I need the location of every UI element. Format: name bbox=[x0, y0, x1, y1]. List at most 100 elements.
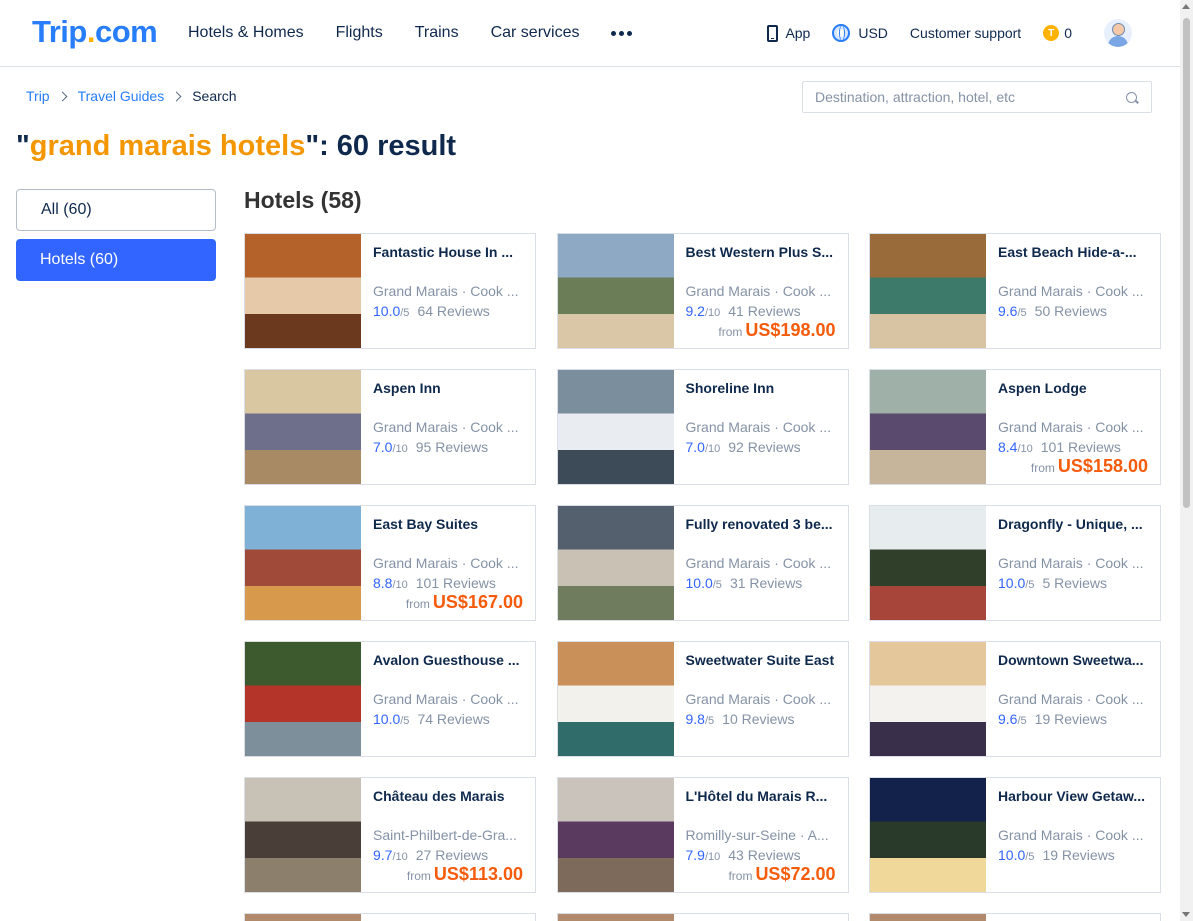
review-count: 10 Reviews bbox=[722, 711, 795, 727]
filter-all-button[interactable]: All (60) bbox=[16, 189, 216, 231]
nav-car-services[interactable]: Car services bbox=[491, 24, 580, 42]
hotel-name[interactable]: Dragonfly - Unique, ... bbox=[998, 516, 1148, 532]
hotel-location: Saint-Philbert-de-Gra... bbox=[373, 827, 517, 843]
hotel-name[interactable]: Shoreline Inn bbox=[686, 380, 836, 396]
section-title: Hotels (58) bbox=[244, 187, 362, 213]
rating-scale: /5 bbox=[1025, 579, 1035, 591]
hotel-card[interactable]: Château des Marais Saint-Philbert-de-Gra… bbox=[244, 777, 536, 893]
hotel-card[interactable]: Best Western Plus S... Grand Marais · Co… bbox=[556, 233, 849, 349]
hotel-card[interactable]: Dragonfly - Unique, ... Grand Marais · C… bbox=[869, 505, 1161, 621]
hotel-card[interactable]: Harbour View Getaw... Grand Marais · Coo… bbox=[869, 777, 1161, 893]
search-input[interactable] bbox=[815, 89, 1115, 105]
rating-scale: /10 bbox=[392, 851, 408, 863]
breadcrumb-current: Search bbox=[192, 88, 237, 104]
hotel-name[interactable]: Aspen Inn bbox=[373, 380, 523, 396]
hotel-photo[interactable] bbox=[557, 778, 674, 892]
nav-hotels-homes[interactable]: Hotels & Homes bbox=[188, 24, 304, 42]
hotel-photo[interactable] bbox=[245, 370, 361, 484]
scroll-down-arrow-icon[interactable] bbox=[1182, 912, 1190, 917]
breadcrumb-trip[interactable]: Trip bbox=[26, 88, 50, 104]
more-menu-icon[interactable] bbox=[611, 30, 633, 36]
rating-score: 7.0 bbox=[373, 439, 393, 455]
currency-selector[interactable]: USD bbox=[832, 24, 888, 42]
hotel-card-partial[interactable] bbox=[244, 913, 536, 921]
hotel-card[interactable]: East Bay Suites Grand Marais · Cook ... … bbox=[244, 505, 536, 621]
hotel-card[interactable]: Aspen Lodge Grand Marais · Cook ... 8.4/… bbox=[869, 369, 1161, 485]
app-link[interactable]: App bbox=[767, 24, 810, 42]
coin-count: 0 bbox=[1064, 25, 1072, 41]
main-nav: Hotels & Homes Flights Trains Car servic… bbox=[188, 0, 633, 66]
user-avatar-icon[interactable] bbox=[1104, 19, 1132, 47]
hotel-photo[interactable] bbox=[557, 642, 674, 756]
hotel-card[interactable]: East Beach Hide-a-... Grand Marais · Coo… bbox=[869, 233, 1161, 349]
hotel-photo[interactable] bbox=[245, 778, 361, 892]
hotel-photo[interactable] bbox=[870, 642, 986, 756]
hotel-name[interactable]: Sweetwater Suite East bbox=[686, 652, 836, 668]
hotel-photo[interactable] bbox=[870, 778, 986, 892]
hotel-photo[interactable] bbox=[557, 370, 674, 484]
hotel-photo[interactable] bbox=[245, 642, 361, 756]
hotel-photo[interactable] bbox=[245, 234, 361, 348]
rating-score: 10.0 bbox=[373, 711, 401, 727]
filter-hotels-button[interactable]: Hotels (60) bbox=[16, 239, 216, 281]
rating-score: 9.6 bbox=[998, 711, 1018, 727]
hotel-photo[interactable] bbox=[245, 914, 361, 921]
nav-trains[interactable]: Trains bbox=[415, 24, 459, 42]
search-icon[interactable] bbox=[1126, 92, 1137, 103]
rating-scale: /10 bbox=[392, 579, 408, 591]
price-value: US$198.00 bbox=[745, 320, 836, 340]
hotel-photo[interactable] bbox=[870, 914, 986, 921]
hotel-name[interactable]: East Beach Hide-a-... bbox=[998, 244, 1148, 260]
breadcrumb-travel-guides[interactable]: Travel Guides bbox=[78, 88, 165, 104]
scrollbar-thumb[interactable] bbox=[1183, 18, 1190, 508]
hotel-price bbox=[1145, 864, 1148, 885]
page-scrollbar[interactable] bbox=[1180, 0, 1193, 921]
hotel-name[interactable]: East Bay Suites bbox=[373, 516, 523, 532]
search-box[interactable] bbox=[802, 81, 1152, 113]
scroll-up-arrow-icon[interactable] bbox=[1182, 4, 1190, 9]
hotel-price: from US$198.00 bbox=[718, 320, 835, 341]
hotel-card[interactable]: Fantastic House In ... Grand Marais · Co… bbox=[244, 233, 536, 349]
hotel-name[interactable]: L'Hôtel du Marais R... bbox=[686, 788, 836, 804]
hotel-info: Sweetwater Suite East Grand Marais · Coo… bbox=[686, 642, 836, 756]
trip-coins[interactable]: T 0 bbox=[1043, 25, 1072, 41]
nav-flights[interactable]: Flights bbox=[336, 24, 383, 42]
hotel-photo[interactable] bbox=[557, 506, 674, 620]
hotel-photo[interactable] bbox=[557, 914, 674, 921]
hotel-card[interactable]: Downtown Sweetwa... Grand Marais · Cook … bbox=[869, 641, 1161, 757]
hotel-name[interactable]: Avalon Guesthouse ... bbox=[373, 652, 523, 668]
trip-logo[interactable]: Trip.com bbox=[32, 14, 158, 50]
hotel-card[interactable]: L'Hôtel du Marais R... Romilly-sur-Seine… bbox=[556, 777, 849, 893]
hotel-card-partial[interactable] bbox=[869, 913, 1161, 921]
rating-scale: /5 bbox=[400, 715, 410, 727]
hotel-name[interactable]: Downtown Sweetwa... bbox=[998, 652, 1148, 668]
price-from-label: from bbox=[728, 869, 753, 883]
customer-support-link[interactable]: Customer support bbox=[910, 25, 1021, 41]
hotel-card[interactable]: Fully renovated 3 be... Grand Marais · C… bbox=[556, 505, 849, 621]
hotel-info: Downtown Sweetwa... Grand Marais · Cook … bbox=[998, 642, 1148, 756]
hotel-info: Aspen Lodge Grand Marais · Cook ... 8.4/… bbox=[998, 370, 1148, 484]
hotel-photo[interactable] bbox=[870, 506, 986, 620]
hotel-photo[interactable] bbox=[557, 234, 674, 348]
coin-icon: T bbox=[1043, 25, 1060, 41]
hotel-photo[interactable] bbox=[870, 370, 986, 484]
hotel-photo[interactable] bbox=[245, 506, 361, 620]
hotel-rating: 7.0/10 95 Reviews bbox=[373, 439, 488, 455]
header-actions: App USD Customer support T 0 bbox=[745, 0, 1132, 66]
hotel-name[interactable]: Harbour View Getaw... bbox=[998, 788, 1148, 804]
hotel-location: Grand Marais · Cook ... bbox=[998, 827, 1144, 843]
hotel-name[interactable]: Aspen Lodge bbox=[998, 380, 1148, 396]
hotel-rating: 10.0/5 31 Reviews bbox=[686, 575, 803, 591]
hotel-card[interactable]: Avalon Guesthouse ... Grand Marais · Coo… bbox=[244, 641, 536, 757]
hotel-card[interactable]: Sweetwater Suite East Grand Marais · Coo… bbox=[556, 641, 849, 757]
hotel-card[interactable]: Shoreline Inn Grand Marais · Cook ... 7.… bbox=[556, 369, 849, 485]
hotel-card[interactable]: Aspen Inn Grand Marais · Cook ... 7.0/10… bbox=[244, 369, 536, 485]
hotel-name[interactable]: Fully renovated 3 be... bbox=[686, 516, 836, 532]
hotel-name[interactable]: Fantastic House In ... bbox=[373, 244, 523, 260]
hotel-name[interactable]: Best Western Plus S... bbox=[686, 244, 836, 260]
hotel-info: Harbour View Getaw... Grand Marais · Coo… bbox=[998, 778, 1148, 892]
price-from-label: from bbox=[406, 869, 431, 883]
hotel-name[interactable]: Château des Marais bbox=[373, 788, 523, 804]
hotel-photo[interactable] bbox=[870, 234, 986, 348]
hotel-card-partial[interactable] bbox=[556, 913, 849, 921]
